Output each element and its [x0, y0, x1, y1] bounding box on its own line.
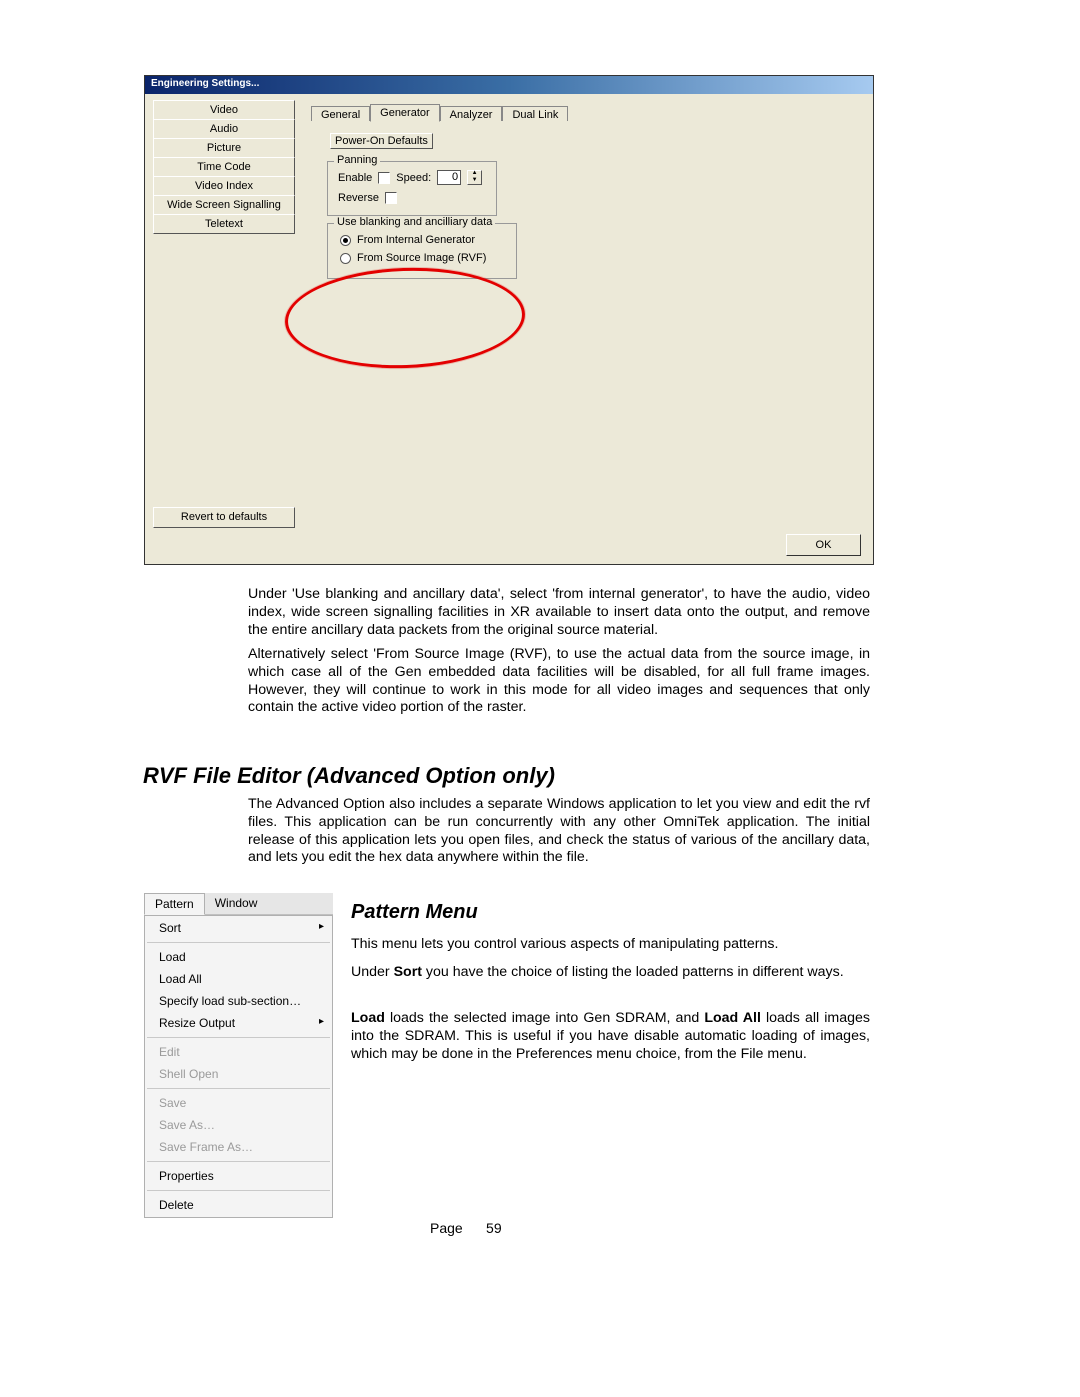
- reverse-label: Reverse: [338, 192, 379, 204]
- dialog-titlebar: Engineering Settings...: [145, 76, 873, 94]
- tab-generator[interactable]: Generator: [370, 104, 440, 122]
- ancillary-data-group: Use blanking and ancilliary data From In…: [327, 223, 517, 279]
- tab-row: General Generator Analyzer Dual Link: [311, 104, 568, 122]
- sort-pre: Under: [351, 964, 394, 980]
- menu-item-sort[interactable]: Sort: [145, 917, 332, 939]
- radio-source-label: From Source Image (RVF): [357, 252, 486, 264]
- menu-item-properties[interactable]: Properties: [145, 1165, 332, 1187]
- speed-input[interactable]: 0: [437, 170, 461, 185]
- menu-item-shell-open: Shell Open: [145, 1063, 332, 1085]
- radio-internal-generator[interactable]: [340, 235, 351, 246]
- sort-bold: Sort: [394, 964, 422, 980]
- sidebar-button-wss[interactable]: Wide Screen Signalling: [153, 195, 295, 215]
- dialog-body: Video Audio Picture Time Code Video Inde…: [145, 94, 873, 564]
- menubar-item-pattern[interactable]: Pattern: [144, 893, 205, 915]
- menu-separator: [147, 1088, 330, 1089]
- sidebar-button-videoindex[interactable]: Video Index: [153, 176, 295, 196]
- page-number: 59: [486, 1220, 502, 1236]
- page-label: Page: [430, 1220, 463, 1236]
- sidebar-button-picture[interactable]: Picture: [153, 138, 295, 158]
- menu-separator: [147, 942, 330, 943]
- menu-item-save: Save: [145, 1092, 332, 1114]
- heading-pattern-menu: Pattern Menu: [351, 901, 478, 924]
- paragraph-sort: Under Sort you have the choice of listin…: [351, 964, 870, 982]
- menubar-item-window[interactable]: Window: [205, 893, 268, 914]
- menu-item-load[interactable]: Load: [145, 946, 332, 968]
- spinner-down-icon[interactable]: ▼: [468, 178, 481, 185]
- menu-separator: [147, 1190, 330, 1191]
- dialog-main-pane: General Generator Analyzer Dual Link Pow…: [303, 94, 873, 564]
- sort-post: you have the choice of listing the loade…: [422, 964, 844, 980]
- load-bold: Load: [351, 1010, 385, 1026]
- paragraph-load: Load loads the selected image into Gen S…: [351, 1010, 870, 1063]
- sidebar-button-teletext[interactable]: Teletext: [153, 214, 295, 234]
- sidebar-button-video[interactable]: Video: [153, 100, 295, 120]
- reverse-checkbox[interactable]: [385, 192, 397, 204]
- paragraph-blanking-internal: Under 'Use blanking and ancillary data',…: [248, 586, 870, 639]
- speed-label: Speed:: [396, 172, 431, 184]
- heading-rvf-editor: RVF File Editor (Advanced Option only): [143, 763, 555, 789]
- paragraph-blanking-source: Alternatively select 'From Source Image …: [248, 646, 870, 717]
- enable-label: Enable: [338, 172, 372, 184]
- revert-to-defaults-button[interactable]: Revert to defaults: [153, 507, 295, 528]
- enable-checkbox[interactable]: [378, 172, 390, 184]
- page-footer: Page 59: [430, 1220, 502, 1236]
- radio-source-image[interactable]: [340, 253, 351, 264]
- ok-button[interactable]: OK: [786, 534, 861, 556]
- loadall-bold: Load All: [704, 1010, 761, 1026]
- ancillary-legend: Use blanking and ancilliary data: [334, 216, 495, 228]
- sidebar-button-timecode[interactable]: Time Code: [153, 157, 295, 177]
- sidebar-button-audio[interactable]: Audio: [153, 119, 295, 139]
- radio-internal-label: From Internal Generator: [357, 234, 475, 246]
- power-on-defaults-button[interactable]: Power-On Defaults: [330, 133, 433, 149]
- tab-page-generator: Power-On Defaults Panning Enable Speed: …: [311, 121, 865, 524]
- load-text1: loads the selected image into Gen SDRAM,…: [385, 1010, 704, 1026]
- paragraph-rvf-editor: The Advanced Option also includes a sepa…: [248, 796, 870, 867]
- menu-item-save-frame-as: Save Frame As…: [145, 1136, 332, 1158]
- menu-item-delete[interactable]: Delete: [145, 1194, 332, 1216]
- panning-group: Panning Enable Speed: 0 ▲ ▼ Reverse: [327, 161, 497, 216]
- menu-item-specify-load-sub-section[interactable]: Specify load sub-section…: [145, 990, 332, 1012]
- speed-spinner[interactable]: ▲ ▼: [467, 170, 482, 185]
- menu-separator: [147, 1161, 330, 1162]
- panning-legend: Panning: [334, 154, 380, 166]
- dialog-sidebar: Video Audio Picture Time Code Video Inde…: [145, 94, 303, 564]
- menu-item-resize-output[interactable]: Resize Output: [145, 1012, 332, 1034]
- menu-item-save-as: Save As…: [145, 1114, 332, 1136]
- menu-item-edit: Edit: [145, 1041, 332, 1063]
- menu-separator: [147, 1037, 330, 1038]
- paragraph-pattern-intro: This menu lets you control various aspec…: [351, 936, 870, 954]
- pattern-menu-screenshot: Pattern Window Sort LoadLoad AllSpecify l…: [144, 893, 333, 1218]
- menu-item-load-all[interactable]: Load All: [145, 968, 332, 990]
- menubar: Pattern Window: [144, 893, 333, 915]
- engineering-settings-dialog: Engineering Settings... Video Audio Pict…: [144, 75, 874, 565]
- pattern-dropdown-menu: Sort LoadLoad AllSpecify load sub-section…: [144, 915, 333, 1218]
